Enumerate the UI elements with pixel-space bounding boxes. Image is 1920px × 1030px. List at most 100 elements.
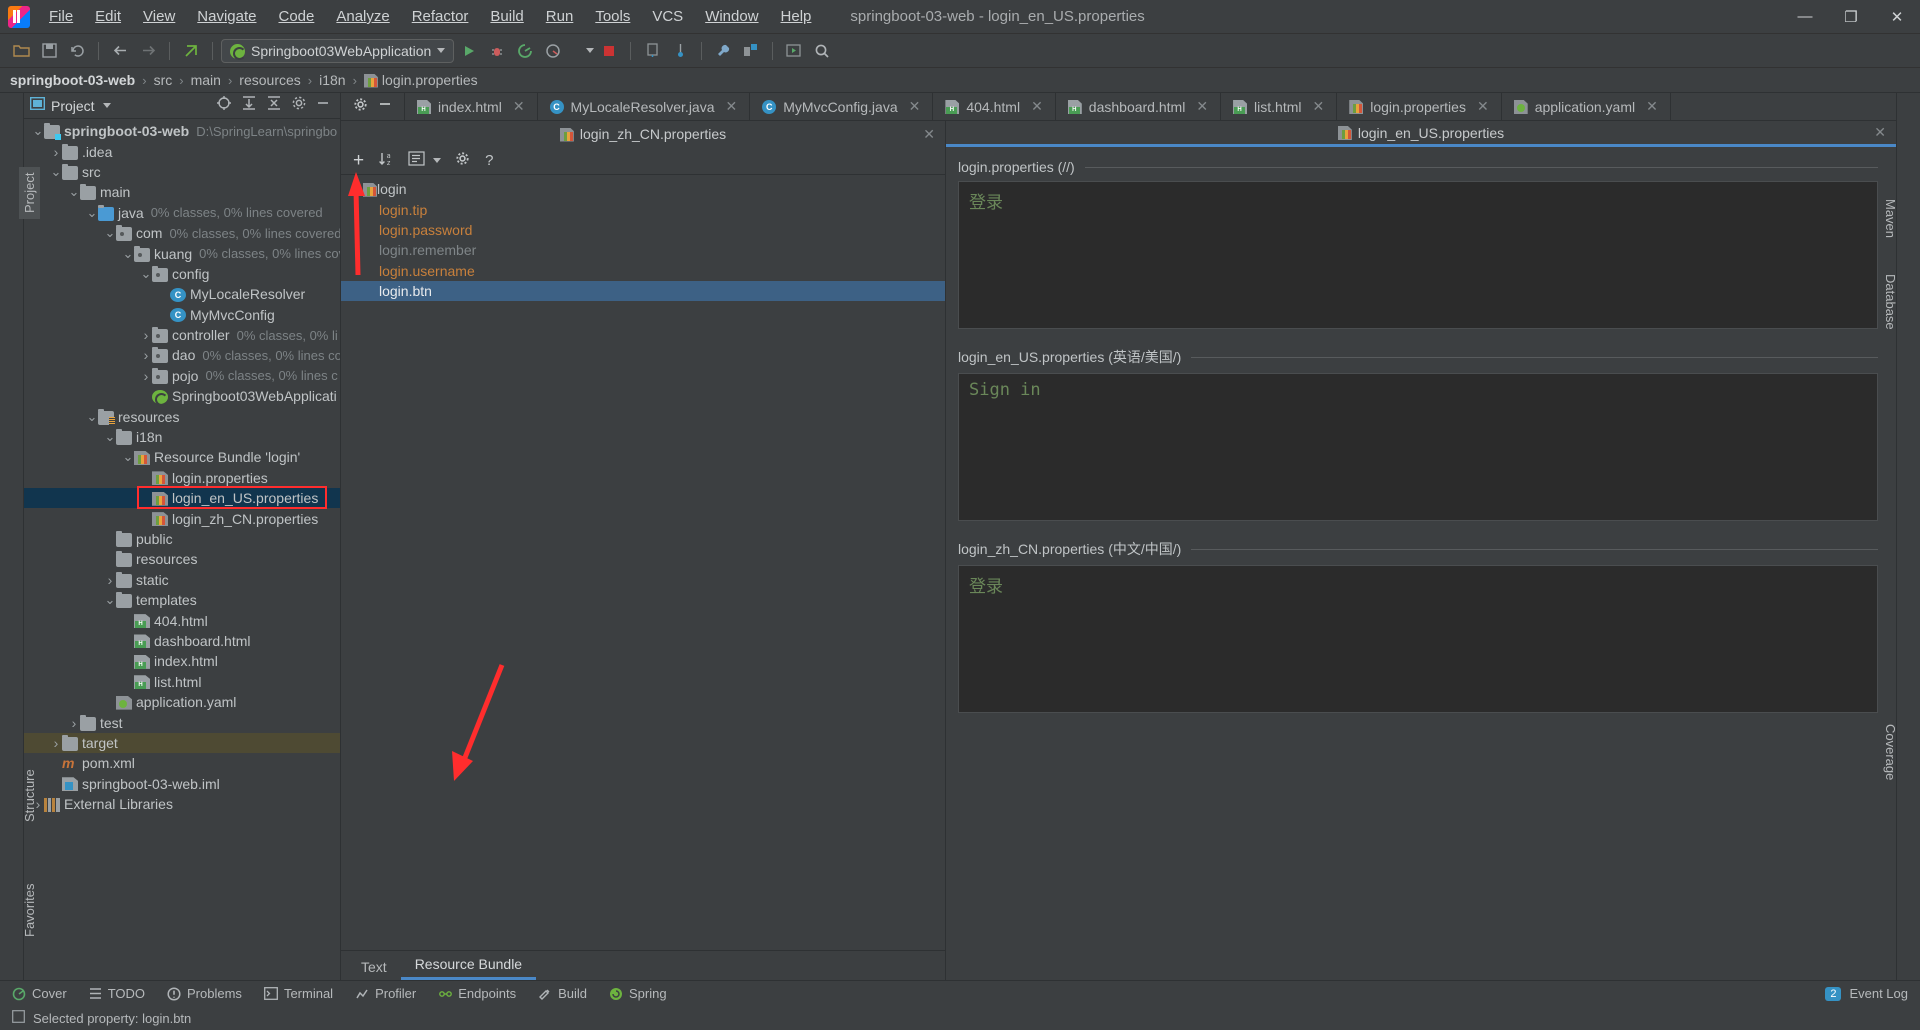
add-property-button[interactable]: + — [353, 150, 364, 172]
tab-resource-bundle[interactable]: Resource Bundle — [400, 951, 537, 980]
tool-window-terminal[interactable]: Terminal — [263, 986, 333, 1001]
chevron-right-icon[interactable]: › — [50, 735, 62, 751]
tool-window-build[interactable]: Build — [538, 986, 587, 1001]
chevron-down-icon[interactable] — [433, 158, 442, 163]
close-tab-icon[interactable]: ✕ — [1196, 98, 1208, 115]
tree-row[interactable]: ⌄ src — [24, 162, 340, 182]
chevron-right-icon[interactable]: › — [140, 327, 152, 343]
property-key-row[interactable]: login.btn — [341, 280, 945, 302]
property-key-row[interactable]: login.password — [341, 220, 945, 240]
tree-row[interactable]: ⌄ resources — [24, 406, 340, 426]
tree-row[interactable]: › static — [24, 570, 340, 590]
menu-tools[interactable]: Tools — [584, 3, 641, 30]
tree-row[interactable]: springboot-03-web.iml — [24, 774, 340, 794]
chevron-right-icon[interactable]: › — [104, 572, 116, 588]
menu-build[interactable]: Build — [479, 3, 534, 30]
chevron-down-icon[interactable]: ⌄ — [122, 449, 134, 465]
run-with-coverage-icon[interactable] — [512, 38, 538, 64]
tree-row[interactable]: login_zh_CN.properties — [24, 508, 340, 528]
tool-window-bar[interactable]: Cover TODO Problems Terminal Profiler En… — [0, 980, 1920, 1006]
breadcrumb-item-file[interactable]: login.properties — [382, 72, 478, 88]
menu-analyze[interactable]: Analyze — [325, 3, 400, 30]
property-key-row[interactable]: login.username — [341, 261, 945, 281]
group-by-prefix-icon[interactable] — [408, 151, 425, 170]
close-button[interactable]: ✕ — [1874, 0, 1920, 34]
editor-tabs[interactable]: index.html ✕ C MyLocaleResolver.java ✕ C MyMvc… — [405, 93, 1671, 120]
tool-window-endpoints[interactable]: Endpoints — [438, 986, 516, 1001]
editor-tab[interactable]: C MyLocaleResolver.java ✕ — [538, 93, 751, 120]
tree-row[interactable]: ⌄ springboot-03-web D:\SpringLearn\springb… — [24, 121, 340, 141]
gear-icon[interactable] — [455, 151, 471, 171]
tool-window-coverage[interactable]: Coverage — [1880, 718, 1901, 786]
breadcrumb-item-resources[interactable]: resources — [239, 72, 300, 88]
property-key-row[interactable]: login.remember — [341, 240, 945, 260]
menu-file[interactable]: File — [38, 3, 84, 30]
tree-row[interactable]: › dao 0% classes, 0% lines co — [24, 345, 340, 365]
run-dashboard-icon[interactable] — [667, 38, 693, 64]
tree-row[interactable]: ⌄ kuang 0% classes, 0% lines cov — [24, 243, 340, 263]
menu-edit[interactable]: Edit — [84, 3, 132, 30]
close-tab-icon[interactable]: ✕ — [1477, 98, 1489, 115]
tree-row[interactable]: ⌄ templates — [24, 590, 340, 610]
editor-tab-bar[interactable]: index.html ✕ C MyLocaleResolver.java ✕ C MyMvc… — [341, 93, 1896, 121]
chevron-down-icon[interactable]: ⌄ — [104, 429, 116, 445]
menu-code[interactable]: Code — [267, 3, 325, 30]
close-tab-icon[interactable]: ✕ — [923, 126, 935, 143]
breadcrumb-item-i18n[interactable]: i18n — [319, 72, 345, 88]
hide-icon[interactable] — [316, 96, 330, 115]
run-icon[interactable] — [456, 38, 482, 64]
tree-row[interactable]: index.html — [24, 651, 340, 671]
close-tab-icon[interactable]: ✕ — [1646, 98, 1658, 115]
breadcrumb-item-src[interactable]: src — [154, 72, 173, 88]
editor-tab[interactable]: index.html ✕ — [405, 93, 538, 120]
tree-row[interactable]: › target — [24, 732, 340, 754]
open-project-icon[interactable] — [8, 38, 34, 64]
chevron-right-icon[interactable]: › — [68, 715, 80, 731]
chevron-down-icon[interactable]: ⌄ — [68, 184, 80, 200]
tree-row[interactable]: › test — [24, 712, 340, 732]
menu-help[interactable]: Help — [770, 3, 823, 30]
update-app-icon[interactable] — [639, 38, 665, 64]
tool-window-spring[interactable]: Spring — [609, 986, 667, 1001]
event-log-label[interactable]: Event Log — [1849, 986, 1908, 1001]
maximize-button[interactable]: ❐ — [1828, 0, 1874, 34]
chevron-down-icon[interactable]: ⌄ — [349, 184, 363, 195]
run-anything-icon[interactable] — [781, 38, 807, 64]
tool-window-cover[interactable]: Cover — [12, 986, 67, 1001]
sync-icon[interactable] — [64, 38, 90, 64]
resource-bundle-toolbar[interactable]: + az ? — [341, 147, 945, 175]
menu-bar[interactable]: File Edit View Navigate Code Analyze Ref… — [38, 3, 822, 30]
project-tree[interactable]: ⌄ springboot-03-web D:\SpringLearn\springb… — [24, 119, 340, 980]
chevron-down-icon[interactable]: ⌄ — [122, 246, 134, 262]
tool-window-profiler[interactable]: Profiler — [355, 986, 416, 1001]
editor-tab[interactable]: list.html ✕ — [1221, 93, 1338, 120]
tree-row[interactable]: resources — [24, 549, 340, 569]
search-icon[interactable] — [809, 38, 835, 64]
tree-row[interactable]: ⌄ config — [24, 264, 340, 284]
tree-row[interactable]: login_en_US.properties — [24, 488, 340, 509]
close-tab-icon[interactable]: ✕ — [1313, 98, 1325, 115]
tree-row[interactable]: › External Libraries — [24, 794, 340, 814]
tree-row[interactable]: C MyMvcConfig — [24, 305, 340, 325]
run-configuration-selector[interactable]: Springboot03WebApplication — [221, 38, 455, 63]
tree-row[interactable]: › pojo 0% classes, 0% lines c — [24, 366, 340, 386]
tree-row[interactable]: ⌄ Resource Bundle 'login' — [24, 447, 340, 467]
chevron-down-icon[interactable]: ⌄ — [104, 225, 116, 241]
tree-row[interactable]: ⌄ main — [24, 182, 340, 202]
property-key-row[interactable]: login.tip — [341, 199, 945, 219]
select-opened-file-icon[interactable] — [216, 95, 232, 116]
tree-row[interactable]: ⌄ com 0% classes, 0% lines covered — [24, 223, 340, 243]
close-tab-icon[interactable]: ✕ — [1874, 124, 1886, 141]
editor-tab[interactable]: login.properties ✕ — [1337, 93, 1502, 120]
hide-icon[interactable] — [378, 97, 392, 116]
chevron-down-icon[interactable]: ⌄ — [32, 123, 44, 139]
locale-value-input[interactable]: 登录 — [958, 181, 1878, 329]
minimize-button[interactable]: — — [1782, 0, 1828, 34]
editor-tab[interactable]: 404.html ✕ — [933, 93, 1056, 120]
tool-window-todo[interactable]: TODO — [89, 986, 145, 1001]
menu-window[interactable]: Window — [694, 3, 769, 30]
back-icon[interactable] — [107, 38, 133, 64]
tree-row[interactable]: › controller 0% classes, 0% li — [24, 325, 340, 345]
gear-icon[interactable] — [353, 97, 368, 117]
chevron-down-icon[interactable]: ⌄ — [104, 592, 116, 608]
